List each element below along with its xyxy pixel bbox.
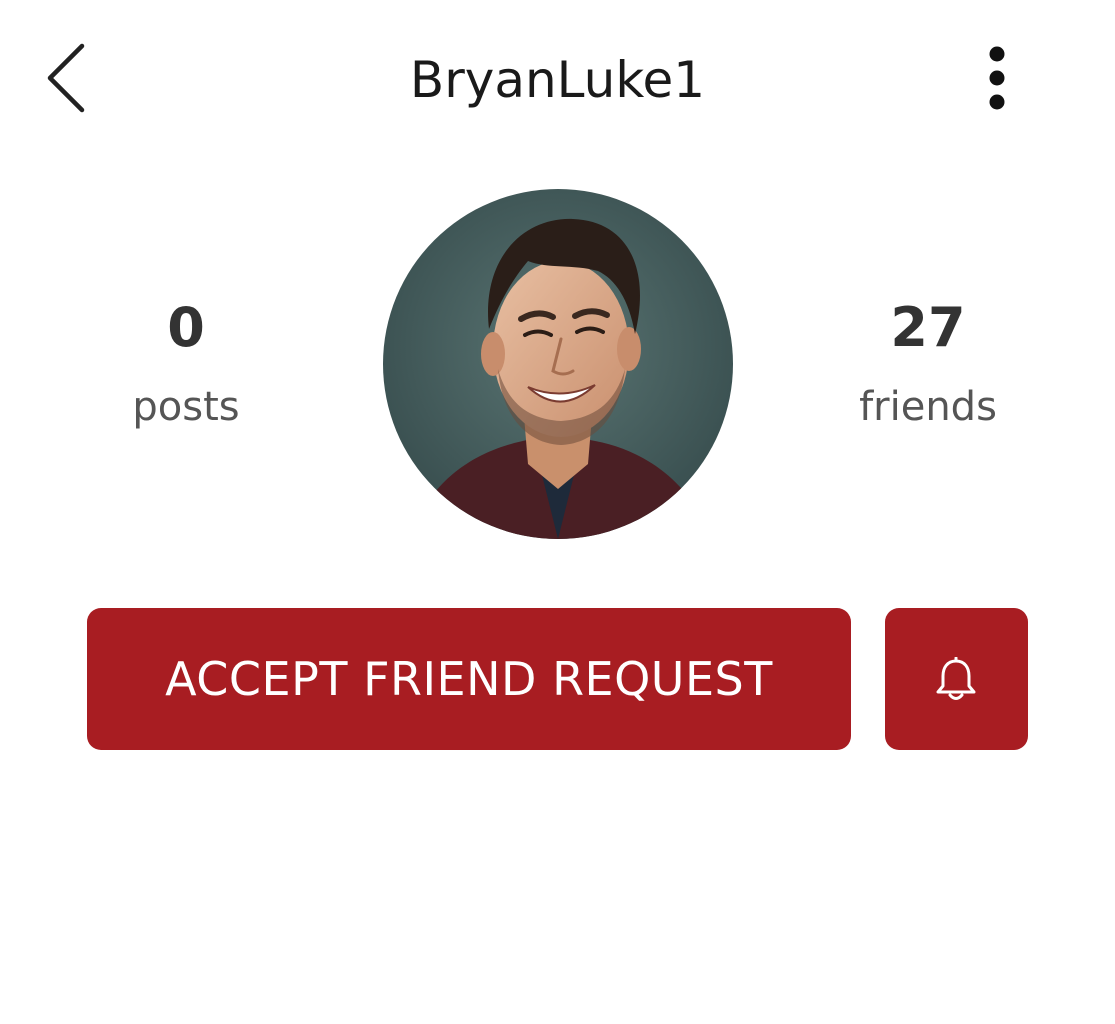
posts-stat[interactable]: 0 posts: [66, 296, 306, 432]
profile-photo: [383, 189, 733, 539]
friends-count: 27: [890, 296, 966, 359]
more-vertical-icon: [989, 46, 1005, 110]
friends-stat[interactable]: 27 friends: [808, 296, 1048, 432]
more-options-button[interactable]: [962, 40, 1032, 116]
bell-icon: [936, 657, 976, 700]
top-bar: BryanLuke1: [0, 0, 1115, 165]
notifications-button[interactable]: [885, 608, 1028, 750]
avatar: [383, 189, 733, 539]
friends-label: friends: [859, 384, 997, 430]
posts-count: 0: [167, 296, 205, 359]
page-title: BryanLuke1: [409, 51, 706, 109]
posts-label: posts: [132, 384, 240, 430]
accept-friend-request-button[interactable]: ACCEPT FRIEND REQUEST: [87, 608, 851, 750]
